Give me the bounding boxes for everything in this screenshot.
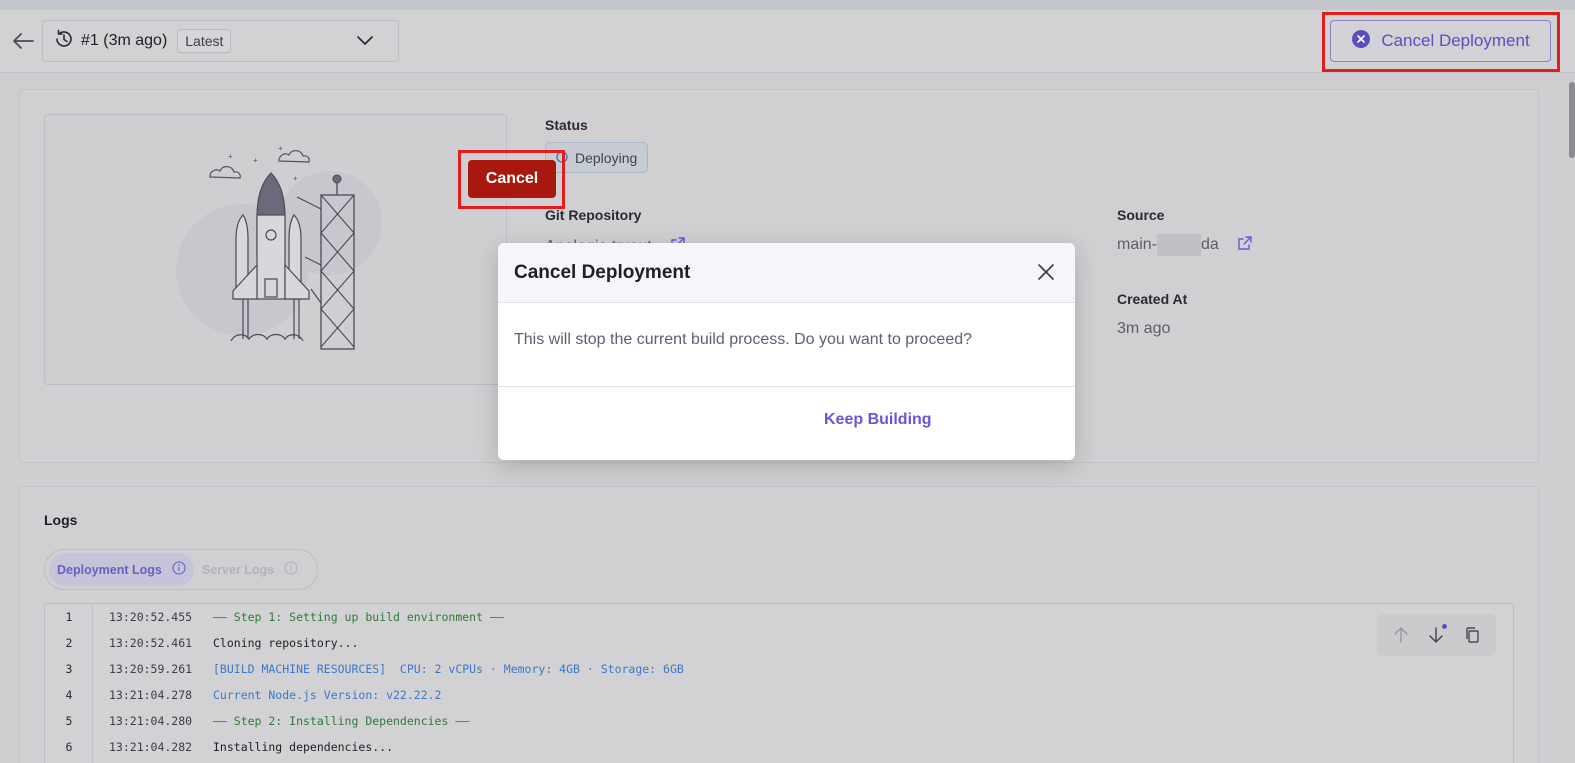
log-message: [BUILD MACHINE RESOURCES] CPU: 2 vCPUs ·… [213, 662, 684, 676]
dialog-footer: Keep Building [498, 387, 1075, 460]
log-message: Installing dependencies... [213, 740, 394, 754]
source-prefix: main- [1117, 236, 1158, 253]
line-number: 6 [65, 740, 73, 754]
external-link-icon [1237, 235, 1253, 256]
back-arrow-icon[interactable] [10, 28, 36, 54]
svg-text:+: + [228, 152, 233, 161]
log-timestamp: 13:21:04.282 [109, 740, 193, 754]
source-link[interactable]: main- da [1117, 234, 1253, 256]
line-number: 2 [65, 636, 73, 650]
svg-text:+: + [253, 156, 258, 165]
redacted-block [1157, 234, 1202, 256]
log-viewer[interactable]: 1 13:20:52.455 —— Step 1: Setting up bui… [44, 603, 1514, 763]
log-line: 3 13:20:59.261 [BUILD MACHINE RESOURCES]… [45, 656, 684, 682]
line-number: 1 [65, 610, 73, 624]
source-label: Source [1117, 207, 1165, 223]
line-number: 4 [65, 688, 73, 702]
created-at-value: 3m ago [1117, 320, 1171, 337]
confirm-cancel-button[interactable]: Cancel [468, 160, 556, 198]
log-message: —— Step 2: Installing Dependencies —— [213, 714, 470, 728]
created-at-label: Created At [1117, 291, 1188, 307]
log-line: 1 13:20:52.455 —— Step 1: Setting up bui… [45, 604, 504, 630]
cancel-deployment-button[interactable]: Cancel Deployment [1330, 20, 1551, 62]
dialog-title: Cancel Deployment [514, 261, 691, 283]
svg-text:+: + [278, 144, 283, 153]
log-toolbar [1377, 614, 1496, 656]
dialog-message: This will stop the current build process… [498, 303, 1075, 387]
logs-title: Logs [44, 512, 78, 528]
log-message: Cloning repository... [213, 636, 359, 650]
git-repo-label: Git Repository [545, 207, 642, 223]
tab-server-logs[interactable]: Server Logs [194, 553, 306, 586]
close-icon[interactable] [1035, 261, 1057, 283]
copy-icon[interactable] [1461, 624, 1483, 646]
deployment-label: #1 (3m ago) [81, 32, 168, 49]
scrollbar[interactable] [1569, 82, 1575, 158]
log-tabs: Deployment Logs Server Logs [44, 549, 318, 590]
keep-building-button[interactable]: Keep Building [824, 411, 932, 429]
log-line: 4 13:21:04.278 Current Node.js Version: … [45, 682, 442, 708]
log-line: 6 13:21:04.282 Installing dependencies..… [45, 734, 393, 760]
tab-label: Server Logs [201, 562, 275, 577]
status-value: Deploying [575, 149, 638, 166]
scroll-down-icon[interactable] [1425, 624, 1448, 646]
dialog-header: Cancel Deployment [498, 243, 1075, 303]
log-timestamp: 13:20:52.455 [109, 610, 193, 624]
tab-label: Deployment Logs [57, 562, 162, 577]
chevron-down-icon [356, 33, 374, 51]
tab-deployment-logs[interactable]: Deployment Logs [49, 553, 194, 586]
log-line: 5 13:21:04.280 —— Step 2: Installing Dep… [45, 708, 470, 734]
top-strip [0, 0, 1575, 10]
cancel-circle-icon [1351, 29, 1371, 54]
log-timestamp: 13:21:04.280 [109, 714, 193, 728]
rocket-illustration: + + + + [44, 114, 507, 385]
cancel-deployment-dialog: Cancel Deployment This will stop the cur… [498, 243, 1075, 460]
deployment-selector[interactable]: #1 (3m ago) Latest [42, 20, 399, 62]
new-logs-dot [1442, 624, 1448, 629]
log-line: 2 13:20:52.461 Cloning repository... [45, 630, 359, 656]
svg-text:+: + [293, 174, 298, 183]
log-message: —— Step 1: Setting up build environment … [213, 610, 504, 624]
log-timestamp: 13:20:52.461 [109, 636, 193, 650]
status-label: Status [545, 117, 588, 133]
line-number: 5 [65, 714, 73, 728]
log-timestamp: 13:20:59.261 [109, 662, 193, 676]
source-suffix: da [1201, 236, 1219, 253]
info-icon [172, 561, 186, 578]
scroll-up-icon[interactable] [1390, 624, 1412, 646]
log-message: Current Node.js Version: v22.22.2 [213, 688, 442, 702]
line-number: 3 [65, 662, 73, 676]
cancel-deployment-label: Cancel Deployment [1381, 31, 1530, 50]
latest-badge: Latest [177, 29, 232, 53]
log-timestamp: 13:21:04.278 [109, 688, 193, 702]
info-icon [284, 561, 298, 578]
history-icon [53, 28, 75, 55]
